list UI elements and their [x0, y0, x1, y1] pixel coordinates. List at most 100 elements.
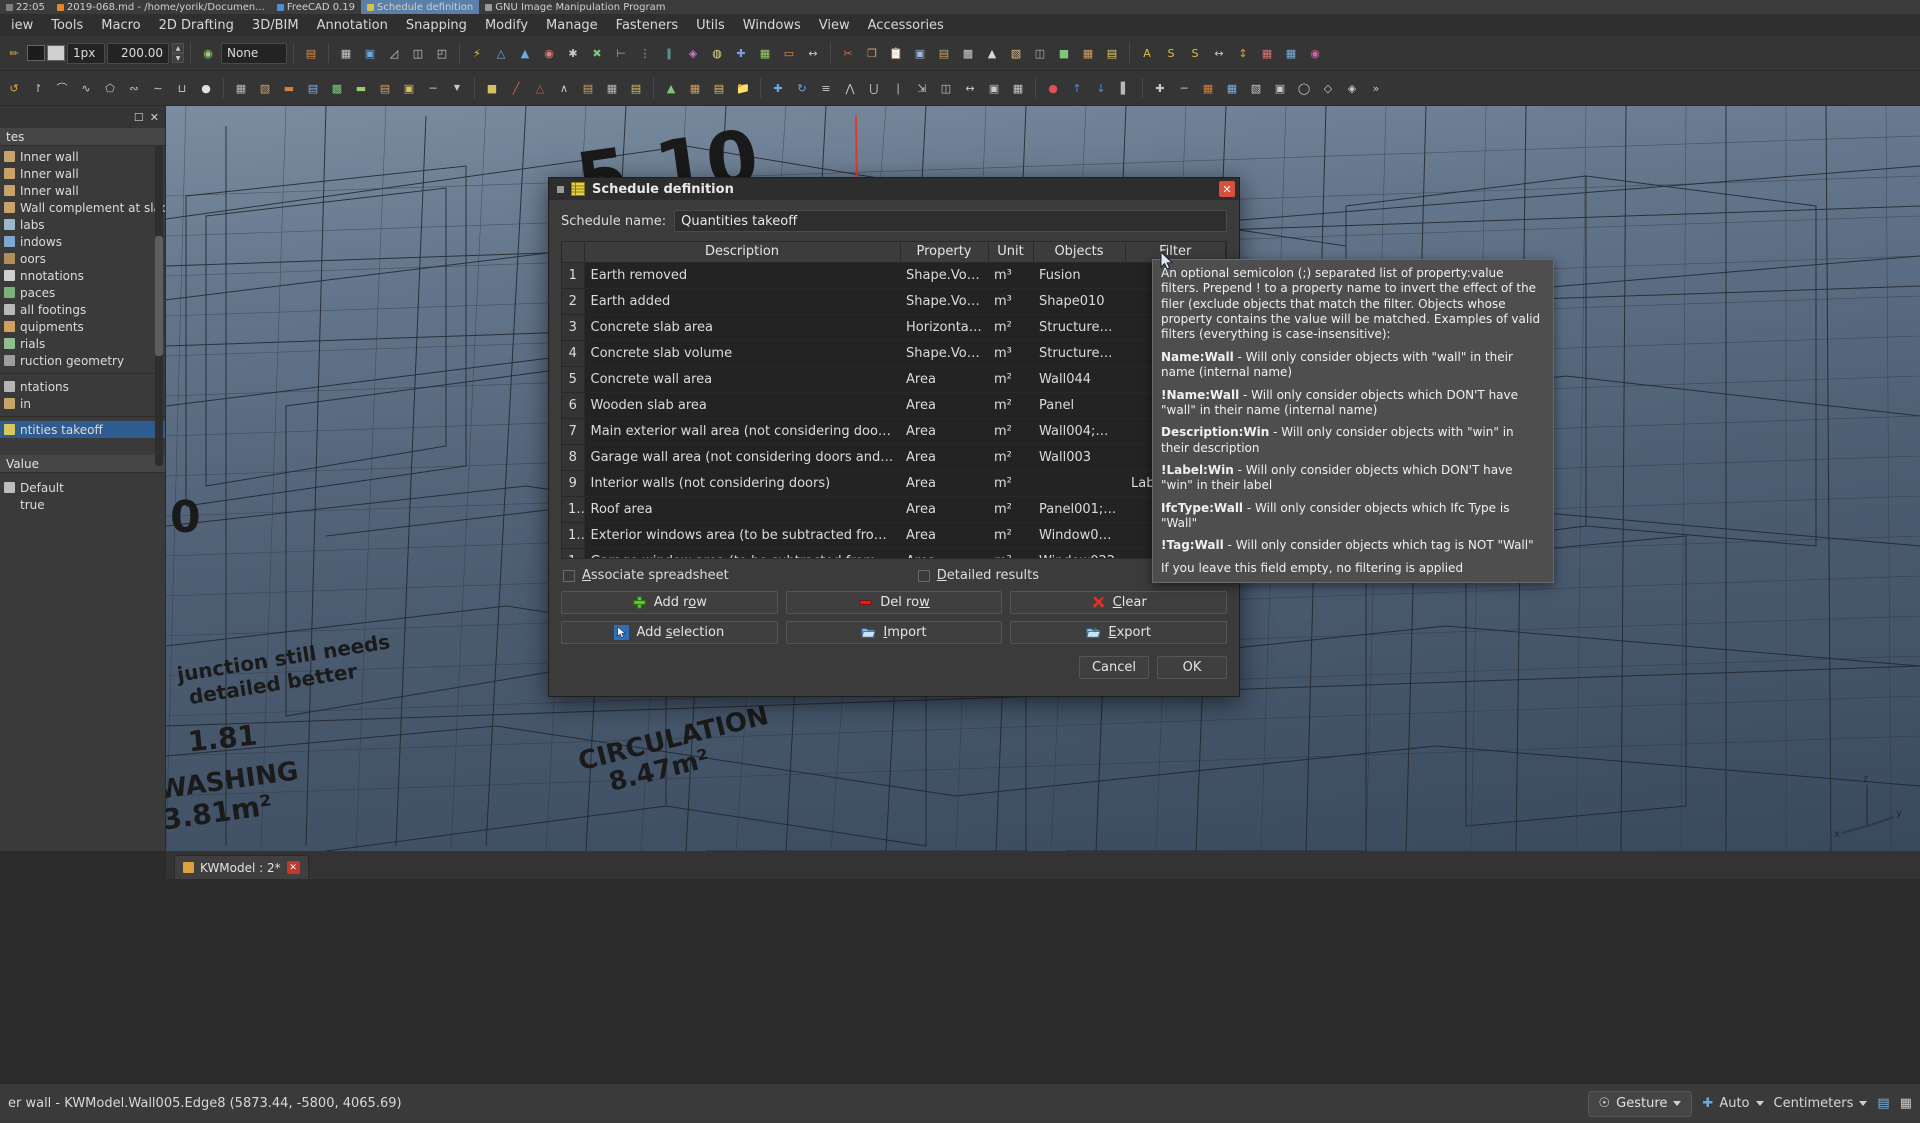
snap-special-icon[interactable]: ◈ [682, 42, 704, 64]
menu-item-modify[interactable]: Modify [476, 16, 537, 35]
axis-icon[interactable]: ▦ [1256, 42, 1278, 64]
cell-property[interactable]: Area [900, 470, 988, 497]
shape-string-icon[interactable]: S [1160, 42, 1182, 64]
line-color-swatch[interactable] [27, 45, 45, 61]
table-row[interactable]: 9 Interior walls (not considering doors)… [562, 470, 1226, 497]
cell-description[interactable]: Roof area [584, 496, 900, 523]
wire-icon[interactable]: ⊔ [171, 77, 193, 99]
schedule-table-icon[interactable]: ▤ [1101, 42, 1123, 64]
section-icon[interactable]: ▧ [1245, 77, 1267, 99]
dimension-mode[interactable]: ✚ Auto [1702, 1096, 1764, 1111]
table-row[interactable]: 10 Roof area Area m² Panel001;Pane... [562, 496, 1226, 523]
table-row[interactable]: 7 Main exterior wall area (not consideri… [562, 418, 1226, 445]
close-icon[interactable]: ✕ [1219, 181, 1235, 197]
cell-unit[interactable]: m² [988, 444, 1033, 471]
snap-extension-icon[interactable]: ⋮ [634, 42, 656, 64]
table-row[interactable]: 6 Wooden slab area Area m² Panel [562, 392, 1226, 419]
frame-icon[interactable]: ◫ [1029, 42, 1051, 64]
row-index[interactable]: 8 [562, 444, 585, 471]
menu-item-annotation[interactable]: Annotation [308, 16, 397, 35]
property-row[interactable]: Default [0, 479, 165, 496]
cell-unit[interactable]: m² [988, 470, 1033, 497]
structure-icon[interactable]: ▧ [254, 77, 276, 99]
pipe-icon[interactable]: ─ [422, 77, 444, 99]
cut-icon[interactable]: ✂ [837, 42, 859, 64]
snap-parallel-icon[interactable]: ∥ [658, 42, 680, 64]
tree-item[interactable]: quipments [0, 318, 165, 335]
units-selector[interactable]: Centimeters [1774, 1096, 1868, 1111]
cell-property[interactable]: Shape.Volume [900, 288, 988, 315]
tree-item[interactable]: Inner wall [0, 165, 165, 182]
wall-icon[interactable]: ▦ [230, 77, 252, 99]
survey-icon[interactable]: ● [1042, 77, 1064, 99]
menu-item-view2[interactable]: View [810, 16, 859, 35]
tree-item[interactable]: oors [0, 250, 165, 267]
row-index[interactable]: 6 [562, 392, 585, 419]
cell-description[interactable]: Interior walls (not considering doors) [584, 470, 900, 497]
offset-icon[interactable]: ≡ [815, 77, 837, 99]
cell-property[interactable]: Area [900, 366, 988, 393]
ifc-icon[interactable]: ▦ [1197, 77, 1219, 99]
building2-icon[interactable]: ▦ [684, 77, 706, 99]
snap-working-plane-icon[interactable]: ▭ [778, 42, 800, 64]
table-row[interactable]: 12 Garage window area (to be subtracted … [562, 548, 1226, 558]
join-icon[interactable]: ⋃ [863, 77, 885, 99]
cell-property[interactable]: Area [900, 392, 988, 419]
draft-icon[interactable]: ◈ [1341, 77, 1363, 99]
roof-icon[interactable]: ▲ [981, 42, 1003, 64]
tree-item[interactable]: labs [0, 216, 165, 233]
cell-description[interactable]: Wooden slab area [584, 392, 900, 419]
tree-item[interactable]: Inner wall [0, 182, 165, 199]
float-icon[interactable]: ☐ [134, 111, 144, 124]
clone2-icon[interactable]: ◇ [1317, 77, 1339, 99]
dimension-vertical-icon[interactable]: ↕ [1232, 42, 1254, 64]
menu-item-windows[interactable]: Windows [734, 16, 810, 35]
dimension-icon[interactable]: ↔ [1208, 42, 1230, 64]
cell-unit[interactable]: m² [988, 548, 1033, 558]
menu-item-fasteners[interactable]: Fasteners [607, 16, 687, 35]
row-index[interactable]: 12 [562, 548, 585, 558]
point-icon[interactable]: ● [195, 77, 217, 99]
shape-string-alt-icon[interactable]: S [1184, 42, 1206, 64]
snap-ortho-icon[interactable]: ✚ [730, 42, 752, 64]
tdview-icon[interactable]: ▣ [1269, 77, 1291, 99]
remove-component-icon[interactable]: ─ [1173, 77, 1195, 99]
table-row[interactable]: 2 Earth added Shape.Volume m³ Shape010 [562, 288, 1226, 315]
arrow-down-icon[interactable]: ↓ [1090, 77, 1112, 99]
view-toggle-1[interactable]: ▤ [1877, 1096, 1889, 1111]
grid-icon[interactable]: ▦ [335, 42, 357, 64]
dropdown-icon[interactable]: ▼ [446, 77, 468, 99]
tree-item[interactable]: all footings [0, 301, 165, 318]
row-index[interactable]: 4 [562, 340, 585, 367]
snap-center-icon[interactable]: ◉ [538, 42, 560, 64]
cell-objects[interactable]: Window016;Wi... [1033, 522, 1125, 549]
menu-item-view[interactable]: iew [2, 16, 42, 35]
table-row[interactable]: 3 Concrete slab area HorizontalArea m² S… [562, 314, 1226, 341]
cell-property[interactable]: Area [900, 522, 988, 549]
detailed-results-checkbox[interactable]: Detailed results [917, 568, 1039, 583]
snap-endpoint-icon[interactable]: △ [490, 42, 512, 64]
navigation-style-button[interactable]: ☉ Gesture [1587, 1090, 1693, 1117]
add-row-button[interactable]: Add row [561, 591, 778, 614]
cell-objects[interactable] [1033, 470, 1125, 497]
cell-description[interactable]: Exterior windows area (to be subtracted … [584, 522, 900, 549]
tree-item-selected[interactable]: ntities takeoff [0, 421, 165, 438]
tree-item[interactable]: indows [0, 233, 165, 250]
schedule-table[interactable]: Description Property Unit Objects Filter… [562, 242, 1226, 558]
paste-icon[interactable]: 📋 [885, 42, 907, 64]
array-icon[interactable]: ▦ [1007, 77, 1029, 99]
menu-item-manage[interactable]: Manage [537, 16, 607, 35]
close-icon[interactable]: ✕ [286, 861, 300, 874]
views-icon[interactable]: ▦ [1221, 77, 1243, 99]
taskbar-button[interactable]: 22:05 [0, 0, 51, 14]
cell-description[interactable]: Main exterior wall area (not considering… [584, 418, 900, 445]
column-header-description[interactable]: Description [584, 242, 901, 263]
door2-icon[interactable]: ▤ [374, 77, 396, 99]
taskbar-button[interactable]: 2019-068.md - /home/yorik/Documen... [51, 0, 271, 14]
pipe-connector-icon[interactable]: ∧ [553, 77, 575, 99]
stretch-icon[interactable]: ↔ [959, 77, 981, 99]
cell-objects[interactable]: Panel001;Pane... [1033, 496, 1125, 523]
level-bar-icon[interactable]: ▌ [1114, 77, 1136, 99]
snap-perpendicular-icon[interactable]: ⊢ [610, 42, 632, 64]
cell-description[interactable]: Concrete wall area [584, 366, 900, 393]
